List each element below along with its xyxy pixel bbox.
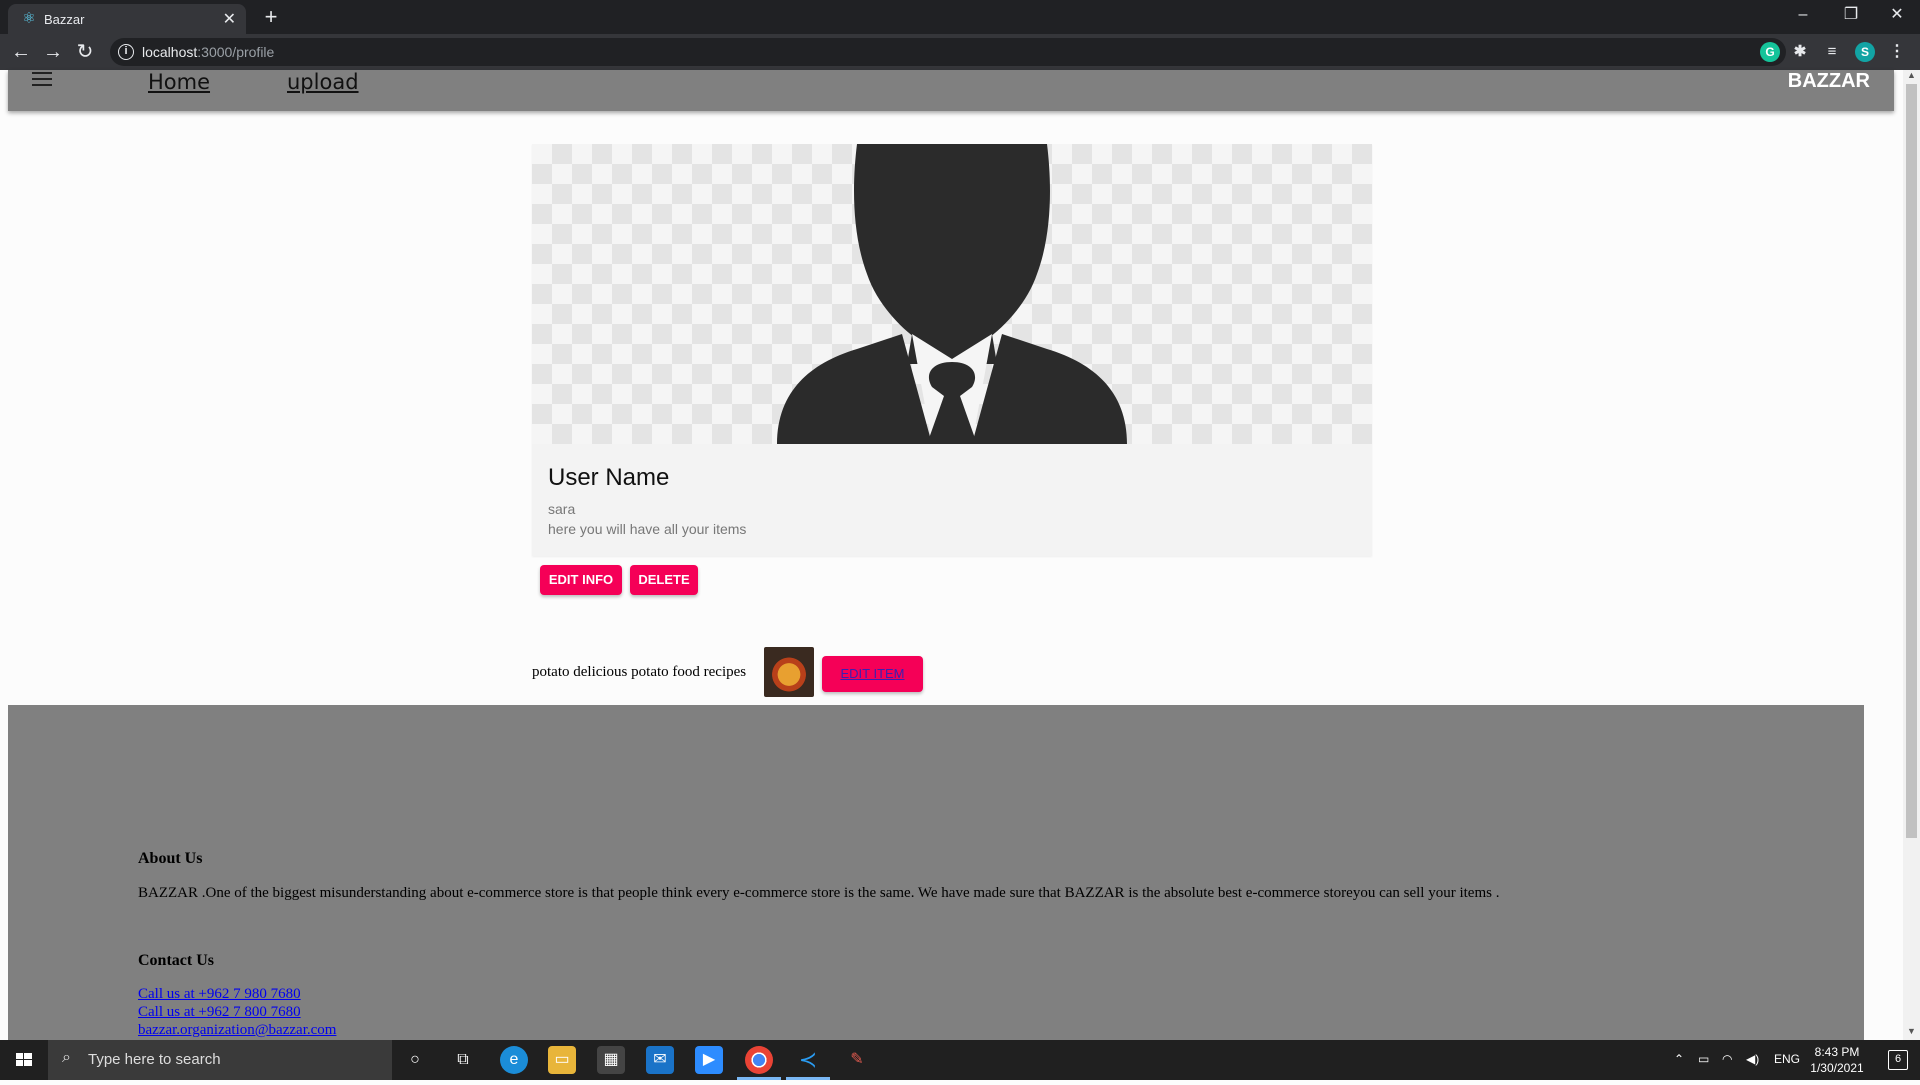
wifi-icon[interactable]: ◠ xyxy=(1722,1052,1732,1066)
item-title: potato delicious potato food recipes xyxy=(532,664,747,680)
vscode-icon[interactable]: ≺ xyxy=(794,1046,822,1074)
edge-browser-icon[interactable]: e xyxy=(500,1046,528,1074)
page-scrollbar-thumb[interactable] xyxy=(1906,84,1917,838)
scroll-up-arrow-icon[interactable]: ▲ xyxy=(1903,70,1920,84)
app-header: Home upload BAZZAR xyxy=(8,70,1894,111)
delete-button[interactable]: DELETE xyxy=(630,565,698,595)
chrome-icon[interactable] xyxy=(745,1046,773,1074)
profile-card: User Name sara here you will have all yo… xyxy=(532,144,1372,556)
nav-link-home[interactable]: Home xyxy=(148,70,210,94)
battery-icon[interactable]: ▭ xyxy=(1698,1052,1709,1066)
contact-email-link[interactable]: bazzar.organization@bazzar.com xyxy=(138,1022,336,1039)
windows-logo-icon xyxy=(16,1053,32,1066)
nav-link-upload[interactable]: upload xyxy=(287,70,359,94)
browser-tab[interactable]: ⚛ Bazzar ✕ xyxy=(8,4,246,34)
windows-taskbar: ⌕ Type here to search ○ ⧉ e ▭ ▦ ✉ ▶ ≺ ✎ … xyxy=(0,1040,1920,1080)
about-text: BAZZAR .One of the biggest misunderstand… xyxy=(138,885,1500,901)
item-thumbnail-image xyxy=(764,647,814,697)
tab-close-icon[interactable]: ✕ xyxy=(223,9,236,29)
react-favicon-icon: ⚛ xyxy=(22,10,36,27)
new-tab-icon[interactable]: + xyxy=(258,4,284,30)
notification-center-icon[interactable]: 6 xyxy=(1888,1050,1908,1070)
site-info-icon[interactable]: i xyxy=(118,44,134,60)
mail-icon[interactable]: ✉ xyxy=(646,1046,674,1074)
scroll-down-arrow-icon[interactable]: ▼ xyxy=(1903,1026,1920,1040)
edit-item-button[interactable]: EDIT ITEM xyxy=(822,656,923,692)
microsoft-store-icon[interactable]: ▦ xyxy=(597,1046,625,1074)
forward-icon[interactable]: → xyxy=(41,40,65,64)
hamburger-menu-icon[interactable] xyxy=(32,72,52,88)
profile-description: here you will have all your items xyxy=(548,521,747,537)
windows-start-button[interactable] xyxy=(0,1040,48,1080)
paint-icon[interactable]: ✎ xyxy=(843,1046,871,1074)
person-silhouette-icon xyxy=(777,144,1127,444)
window-close-icon[interactable]: ✕ xyxy=(1874,0,1920,30)
grammarly-extension-icon[interactable]: G xyxy=(1760,42,1780,62)
cortana-icon[interactable]: ○ xyxy=(401,1046,429,1074)
media-queue-icon[interactable]: ≡ xyxy=(1822,42,1842,62)
profile-avatar-image xyxy=(532,144,1372,444)
browser-tabstrip: ⚛ Bazzar ✕ + – ❐ ✕ xyxy=(0,0,1920,34)
profile-avatar[interactable]: S xyxy=(1855,42,1875,62)
minimize-icon[interactable]: – xyxy=(1780,0,1826,30)
address-bar[interactable]: i localhost:3000/profile ☆ xyxy=(110,38,1786,66)
clock-time: 8:43 PM xyxy=(1814,1045,1860,1059)
taskbar-clock[interactable]: 8:43 PM 1/30/2021 xyxy=(1802,1044,1872,1076)
back-icon[interactable]: ← xyxy=(9,40,33,64)
browser-toolbar: ← → ↻ i localhost:3000/profile ☆ G ✱ ≡ S… xyxy=(0,34,1920,70)
file-explorer-icon[interactable]: ▭ xyxy=(548,1046,576,1074)
contact-phone-link-1[interactable]: Call us at +962 7 980 7680 xyxy=(138,986,301,1003)
language-indicator[interactable]: ENG xyxy=(1774,1052,1800,1066)
chrome-menu-icon[interactable]: ⋮ xyxy=(1887,42,1907,62)
edit-info-button[interactable]: EDIT INFO xyxy=(540,565,622,595)
extensions-puzzle-icon[interactable]: ✱ xyxy=(1790,42,1810,62)
contact-heading: Contact Us xyxy=(138,952,214,969)
reload-icon[interactable]: ↻ xyxy=(73,40,97,64)
profile-title: User Name xyxy=(548,464,670,491)
task-view-icon[interactable]: ⧉ xyxy=(449,1046,477,1074)
volume-icon[interactable]: ◀) xyxy=(1746,1052,1759,1066)
tray-overflow-chevron-icon[interactable]: ⌃ xyxy=(1674,1052,1684,1066)
contact-phone-link-2[interactable]: Call us at +962 7 800 7680 xyxy=(138,1004,301,1021)
brand-logo-text: BAZZAR xyxy=(1787,70,1870,92)
about-heading: About Us xyxy=(138,850,203,867)
page-footer: About Us BAZZAR .One of the biggest misu… xyxy=(8,705,1864,1040)
clock-date: 1/30/2021 xyxy=(1810,1061,1864,1075)
tab-title: Bazzar xyxy=(44,12,85,27)
profile-username: sara xyxy=(548,501,576,517)
restore-icon[interactable]: ❐ xyxy=(1828,0,1874,30)
search-icon: ⌕ xyxy=(62,1049,71,1066)
taskbar-search-input[interactable]: ⌕ Type here to search xyxy=(48,1040,392,1080)
zoom-icon[interactable]: ▶ xyxy=(695,1046,723,1074)
url-text: localhost:3000/profile xyxy=(142,44,275,60)
